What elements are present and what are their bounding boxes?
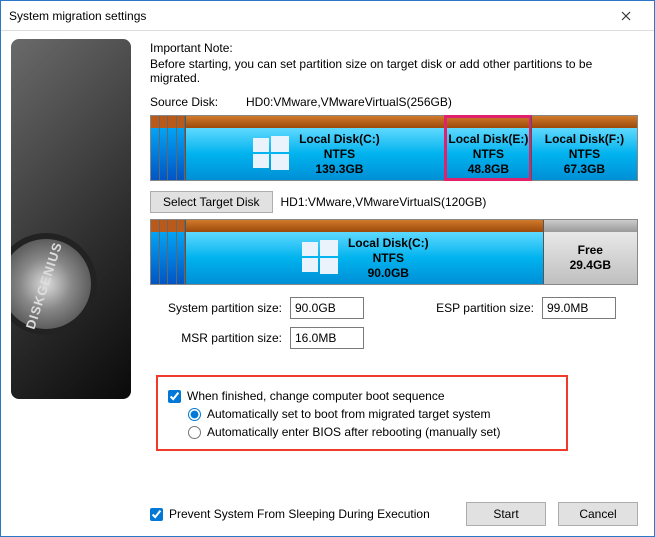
sys-size-input[interactable] [290,297,364,319]
window-title: System migration settings [9,9,606,23]
partition[interactable]: Local Disk(C:)NTFS139.3GB [185,116,445,180]
sys-size-label: System partition size: [150,301,282,315]
esp-size-label: ESP partition size: [424,301,534,315]
titlebar: System migration settings [1,1,654,31]
note-body: Before starting, you can set partition s… [150,57,638,85]
partition[interactable]: Local Disk(F:)NTFS67.3GB [531,116,637,180]
source-disk-name: HD0:VMware,VMwareVirtualS(256GB) [246,95,452,109]
source-disk-bar[interactable]: Local Disk(C:)NTFS139.3GBLocal Disk(E:)N… [150,115,638,181]
target-disk-bar[interactable]: Local Disk(C:)NTFS90.0GBFree29.4GB [150,219,638,285]
boot-change-checkbox[interactable] [168,390,181,403]
sidebar: DISKGENIUS [1,31,136,536]
esp-size-input[interactable] [542,297,616,319]
boot-bios-label: Automatically enter BIOS after rebooting… [207,425,500,439]
hdd-illustration: DISKGENIUS [11,39,131,399]
note-title: Important Note: [150,41,638,55]
select-target-button[interactable]: Select Target Disk [150,191,273,213]
boot-auto-label: Automatically set to boot from migrated … [207,407,490,421]
close-icon [621,11,631,21]
boot-change-label: When finished, change computer boot sequ… [187,389,445,403]
target-disk-name: HD1:VMware,VMwareVirtualS(120GB) [281,195,487,209]
partition[interactable]: Local Disk(C:)NTFS90.0GB [185,220,543,284]
start-button[interactable]: Start [466,502,546,526]
boot-sequence-box: When finished, change computer boot sequ… [156,375,568,451]
prevent-sleep-checkbox[interactable] [150,508,163,521]
main-panel: Important Note: Before starting, you can… [136,31,654,536]
cancel-button[interactable]: Cancel [558,502,638,526]
boot-bios-radio[interactable] [188,426,201,439]
source-disk-label: Source Disk: [150,95,238,109]
partition[interactable]: Free29.4GB [543,220,637,284]
msr-size-input[interactable] [290,327,364,349]
brand-text: DISKGENIUS [23,240,65,331]
boot-auto-radio[interactable] [188,408,201,421]
partition[interactable]: Local Disk(E:)NTFS48.8GB [445,116,531,180]
prevent-sleep-label: Prevent System From Sleeping During Exec… [169,507,430,521]
close-button[interactable] [606,2,646,30]
msr-size-label: MSR partition size: [150,331,282,345]
